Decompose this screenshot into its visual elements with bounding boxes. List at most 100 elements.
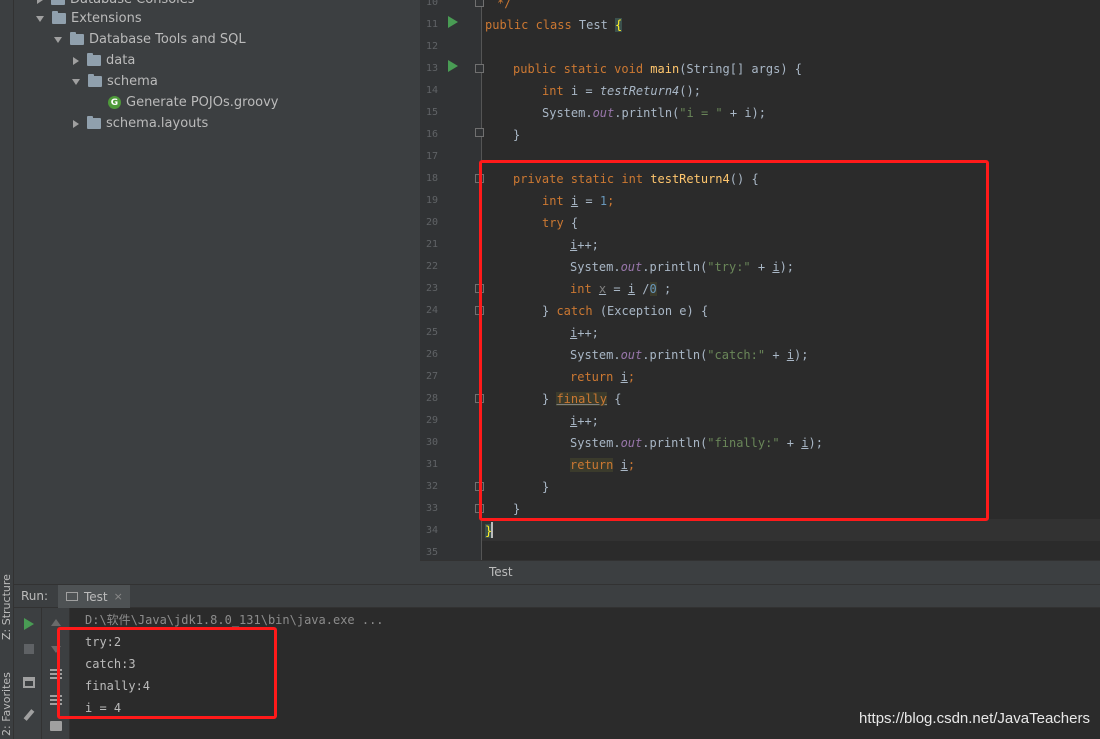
code-line-11: public class Test { bbox=[485, 18, 623, 32]
tree-item-label: schema.layouts bbox=[106, 116, 209, 131]
tree-item[interactable]: G Generate POJOs.groovy bbox=[108, 92, 279, 113]
chevron-right-icon[interactable] bbox=[37, 0, 43, 4]
line-number: 26 bbox=[425, 349, 438, 360]
folder-icon bbox=[70, 32, 84, 45]
code-line-24: } catch (Exception e) { bbox=[542, 304, 709, 318]
pin-tab-button[interactable] bbox=[21, 707, 37, 723]
line-number: 17 bbox=[425, 151, 438, 162]
tree-item-label: Extensions bbox=[71, 11, 142, 26]
run-tab-test[interactable]: Test × bbox=[58, 585, 130, 608]
code-line-32: } bbox=[542, 480, 550, 494]
fold-marker-icon[interactable] bbox=[475, 128, 484, 137]
fold-marker-icon[interactable] bbox=[475, 306, 484, 315]
tree-item[interactable]: Database Tools and SQL bbox=[54, 29, 246, 50]
soft-wrap-button[interactable] bbox=[48, 666, 64, 682]
chevron-right-icon[interactable] bbox=[73, 56, 79, 65]
code-line-27: return i; bbox=[570, 370, 636, 384]
arrow-down-icon bbox=[51, 645, 61, 653]
line-number: 33 bbox=[425, 503, 438, 514]
fold-marker-icon[interactable] bbox=[475, 0, 484, 7]
scroll-to-end-icon bbox=[50, 695, 62, 705]
line-number: 32 bbox=[425, 481, 438, 492]
chevron-right-icon[interactable] bbox=[73, 119, 79, 128]
print-icon bbox=[50, 721, 62, 731]
code-line-10: */ bbox=[497, 0, 512, 10]
tree-item-label: schema bbox=[107, 74, 158, 89]
line-number: 21 bbox=[425, 239, 438, 250]
current-line-highlight bbox=[482, 519, 1100, 541]
run-gutter-icon[interactable] bbox=[448, 60, 458, 72]
code-line-18: private static int testReturn4() { bbox=[513, 172, 759, 186]
scroll-to-end-button[interactable] bbox=[48, 692, 64, 708]
stop-button[interactable] bbox=[21, 641, 37, 657]
play-icon bbox=[24, 618, 34, 630]
console-line: i = 4 bbox=[85, 701, 122, 715]
watermark-url: https://blog.csdn.net/JavaTeachers bbox=[859, 710, 1090, 727]
scroll-up-button[interactable] bbox=[48, 614, 64, 630]
close-icon[interactable]: × bbox=[114, 590, 123, 603]
tree-item-label: Database Tools and SQL bbox=[89, 32, 246, 47]
tree-item[interactable]: schema bbox=[72, 71, 158, 92]
tree-item[interactable]: Extensions bbox=[36, 8, 142, 29]
favorites-tool-tab[interactable]: 2: Favorites bbox=[0, 672, 13, 736]
editor-gutter: 10 11 12 13 14 15 16 17 18 19 20 21 22 23 24 25 26 27 28 29… bbox=[420, 0, 484, 560]
tree-item[interactable]: data bbox=[72, 50, 135, 71]
tree-item[interactable]: schema.layouts bbox=[72, 113, 208, 134]
pin-icon bbox=[23, 709, 35, 721]
line-number: 11 bbox=[425, 19, 438, 30]
code-line-20: try { bbox=[542, 216, 579, 230]
folder-icon bbox=[87, 53, 101, 66]
line-number: 29 bbox=[425, 415, 438, 426]
breadcrumb-class-label[interactable]: Test bbox=[489, 565, 513, 579]
run-panel-header: Run: Test × bbox=[14, 584, 1100, 608]
code-line-21: i++; bbox=[570, 238, 599, 252]
run-toolbar-secondary bbox=[42, 608, 70, 739]
left-tool-strip: Z: Structure 2: Favorites bbox=[0, 0, 14, 739]
line-number: 27 bbox=[425, 371, 438, 382]
code-line-13: public static void main(String[] args) { bbox=[513, 62, 803, 76]
fold-marker-icon[interactable] bbox=[475, 394, 484, 403]
line-number: 28 bbox=[425, 393, 438, 404]
tree-item-label: Generate POJOs.groovy bbox=[126, 95, 279, 110]
code-line-22: System.out.println("try:" + i); bbox=[570, 260, 795, 274]
line-number: 18 bbox=[425, 173, 438, 184]
print-button[interactable] bbox=[48, 718, 64, 734]
console-line: catch:3 bbox=[85, 657, 136, 671]
fold-marker-icon[interactable] bbox=[475, 64, 484, 73]
layout-icon bbox=[23, 676, 35, 688]
line-number: 19 bbox=[425, 195, 438, 206]
line-number: 12 bbox=[425, 41, 438, 52]
scroll-down-button[interactable] bbox=[48, 641, 64, 657]
fold-marker-icon[interactable] bbox=[475, 504, 484, 513]
console-line: try:2 bbox=[85, 635, 122, 649]
code-editor[interactable]: 10 11 12 13 14 15 16 17 18 19 20 21 22 23 24 25 26 27 28 29… bbox=[420, 0, 1100, 560]
chevron-down-icon[interactable] bbox=[72, 78, 80, 85]
code-line-19: int i = 1; bbox=[542, 194, 615, 208]
chevron-down-icon[interactable] bbox=[54, 36, 62, 43]
folder-icon bbox=[87, 116, 101, 129]
tree-item-label: Database Consoles bbox=[70, 0, 195, 7]
fold-marker-icon[interactable] bbox=[475, 284, 484, 293]
soft-wrap-icon bbox=[50, 669, 62, 679]
chevron-down-icon[interactable] bbox=[36, 15, 44, 22]
folder-icon bbox=[51, 0, 65, 5]
rerun-button[interactable] bbox=[21, 616, 37, 632]
fold-marker-icon[interactable] bbox=[475, 482, 484, 491]
console-icon bbox=[66, 592, 78, 601]
code-line-14: int i = testReturn4(); bbox=[542, 84, 701, 98]
arrow-up-icon bbox=[51, 618, 61, 626]
code-line-33: } bbox=[513, 502, 521, 516]
project-tree: Database Consoles Extensions Database Tool… bbox=[14, 0, 420, 584]
fold-marker-icon[interactable] bbox=[475, 174, 484, 183]
code-line-26: System.out.println("catch:" + i); bbox=[570, 348, 809, 362]
run-gutter-icon[interactable] bbox=[448, 16, 458, 28]
structure-tool-tab[interactable]: Z: Structure bbox=[0, 574, 13, 640]
line-number: 13 bbox=[425, 63, 438, 74]
console-line: finally:4 bbox=[85, 679, 151, 693]
code-line-31: return i; bbox=[570, 458, 636, 472]
stop-icon bbox=[24, 644, 34, 654]
editor-breadcrumb-bar: Test bbox=[420, 560, 1100, 584]
restore-layout-button[interactable] bbox=[21, 674, 37, 690]
line-number: 20 bbox=[425, 217, 438, 228]
run-toolbar-primary bbox=[14, 608, 42, 739]
